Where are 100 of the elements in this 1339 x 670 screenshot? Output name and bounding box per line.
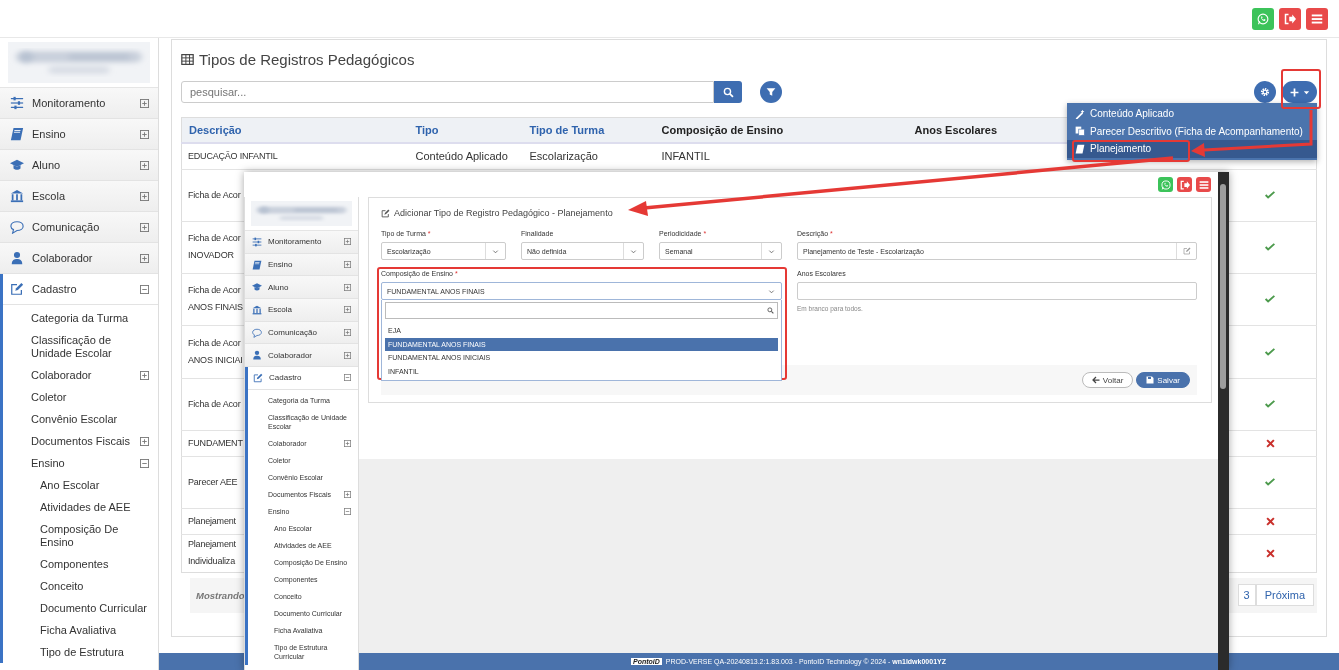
menu-item[interactable]: Conceito <box>3 575 158 597</box>
plus-square-icon[interactable] <box>140 191 149 201</box>
menu-item[interactable]: Componentes <box>3 553 158 575</box>
caret-down-icon <box>768 287 775 295</box>
table-cell: EDUCAÇÃO INFANTIL <box>188 150 278 161</box>
plus-square-icon[interactable] <box>140 129 149 139</box>
menu-item[interactable]: Ensino <box>3 452 158 474</box>
menu-item[interactable]: Comunicação <box>0 212 158 243</box>
plus-square-icon[interactable] <box>344 238 351 246</box>
logout-button[interactable] <box>1177 177 1192 192</box>
plus-square-icon[interactable] <box>140 436 149 446</box>
menu-item[interactable]: Coletor <box>3 386 158 408</box>
menu-item[interactable]: Classificação de Unidade Escolar <box>3 329 158 364</box>
column-header: Composição de Ensino <box>661 124 784 136</box>
plus-square-icon[interactable] <box>140 222 149 232</box>
plus-square-icon[interactable] <box>344 283 351 291</box>
chat-button[interactable] <box>1252 7 1274 30</box>
plus-square-icon[interactable] <box>140 253 149 263</box>
caret-down-icon <box>768 247 775 255</box>
dropdown-search-field[interactable] <box>385 302 778 319</box>
menu-item[interactable]: Colaborador <box>245 344 358 368</box>
plus-square-icon[interactable] <box>344 261 351 269</box>
minus-square-icon[interactable] <box>344 374 351 382</box>
menu-item[interactable]: Aluno <box>0 150 158 181</box>
plus-square-icon[interactable] <box>344 439 351 447</box>
menu-item[interactable]: Ensino <box>0 119 158 150</box>
page-link[interactable]: 3 <box>1237 584 1256 606</box>
menu-item[interactable]: Monitoramento <box>0 88 158 119</box>
highlight-frame <box>1281 69 1321 109</box>
table-cell: Planejament <box>188 515 236 526</box>
plus-square-icon[interactable] <box>140 160 149 170</box>
menu-button[interactable] <box>1196 177 1211 192</box>
plus-square-icon[interactable] <box>140 98 149 108</box>
menu-button[interactable] <box>1306 7 1328 30</box>
settings-icon <box>1260 87 1270 97</box>
menu-item[interactable]: Documento Curricular <box>3 597 158 619</box>
filter-button[interactable] <box>760 81 782 103</box>
plus-square-icon[interactable] <box>344 351 351 359</box>
menu-item[interactable]: Escola <box>245 299 358 322</box>
column-header[interactable]: Tipo <box>415 124 439 136</box>
table-cell: Ficha de Acor <box>188 398 241 409</box>
copy-icon <box>1075 126 1085 137</box>
bank-icon <box>10 189 24 203</box>
menu-item[interactable]: Ficha Avaliativa <box>3 619 158 641</box>
edit-icon <box>10 282 24 296</box>
menu-item[interactable]: Ensino <box>245 253 358 277</box>
form-title: Adicionar Tipo de Registro Pedagógico - Planejamento <box>394 208 613 218</box>
arrow-left-icon <box>1091 376 1100 384</box>
scrollbar[interactable] <box>1218 172 1229 670</box>
edit-icon <box>253 372 263 383</box>
menu-item[interactable]: Aluno <box>245 276 358 300</box>
filter-icon <box>766 87 776 97</box>
next-page-link[interactable]: Próxima <box>1255 584 1314 606</box>
book-icon <box>252 259 262 270</box>
page-title: Tipos de Registros Pedagógicos <box>199 50 415 68</box>
menu-item[interactable]: Categoria da Turma <box>3 307 158 329</box>
settings-button[interactable] <box>1254 81 1276 103</box>
menu-item[interactable]: Colaborador <box>3 364 158 386</box>
menu-option[interactable]: Conteúdo Aplicado <box>1067 105 1317 123</box>
menu-item[interactable]: Convênio Escolar <box>3 408 158 430</box>
table-cell: INFANTIL <box>661 149 710 162</box>
table-cell: Parecer AEE <box>188 476 238 487</box>
magic-wand-icon <box>1075 108 1085 119</box>
menu-item[interactable]: Atividades de AEE <box>3 496 158 518</box>
menu-item[interactable]: Monitoramento <box>245 231 358 254</box>
column-header[interactable]: Descrição <box>189 124 242 136</box>
plus-icon <box>1289 87 1299 97</box>
phone-bubble-icon <box>1160 179 1171 190</box>
logout-button[interactable] <box>1279 7 1301 30</box>
search-field[interactable]: pesquisar... <box>181 81 714 103</box>
table-icon <box>181 52 194 66</box>
search-button[interactable] <box>714 81 742 103</box>
book-icon <box>10 127 24 141</box>
caret-down-icon <box>1302 88 1310 96</box>
plus-square-icon[interactable] <box>344 329 351 337</box>
exit-icon <box>1284 12 1296 25</box>
table-cell: Ficha de Acor <box>188 189 241 200</box>
plus-square-icon[interactable] <box>140 370 149 380</box>
book-icon <box>1075 143 1085 154</box>
minus-square-icon[interactable] <box>344 507 351 515</box>
plus-square-icon[interactable] <box>344 490 351 498</box>
menu-item[interactable]: Colaborador <box>0 243 158 274</box>
add-button[interactable] <box>1282 81 1317 103</box>
minus-square-icon[interactable] <box>140 458 149 468</box>
save-button[interactable]: Salvar <box>1136 372 1190 388</box>
menu-option[interactable]: Parecer Descritivo (Ficha de Acompanhamento) <box>1067 122 1317 140</box>
plus-square-icon[interactable] <box>344 306 351 314</box>
menu-item[interactable]: Ano Escolar <box>3 474 158 496</box>
menu-item[interactable]: Composição De Ensino <box>3 518 158 553</box>
menu-item[interactable]: Tipo de Estrutura <box>3 641 158 663</box>
search-icon <box>722 86 734 98</box>
back-button[interactable]: Voltar <box>1081 372 1134 388</box>
menu-item[interactable]: Documentos Fiscais <box>3 430 158 452</box>
input-field[interactable] <box>797 282 1197 300</box>
menu-item[interactable]: Escola <box>0 181 158 212</box>
column-header: Anos Escolares <box>914 124 998 136</box>
minus-square-icon[interactable] <box>140 284 149 294</box>
chat-button[interactable] <box>1158 177 1173 192</box>
exit-icon <box>1179 179 1190 190</box>
menu-item[interactable]: Comunicação <box>245 321 358 345</box>
